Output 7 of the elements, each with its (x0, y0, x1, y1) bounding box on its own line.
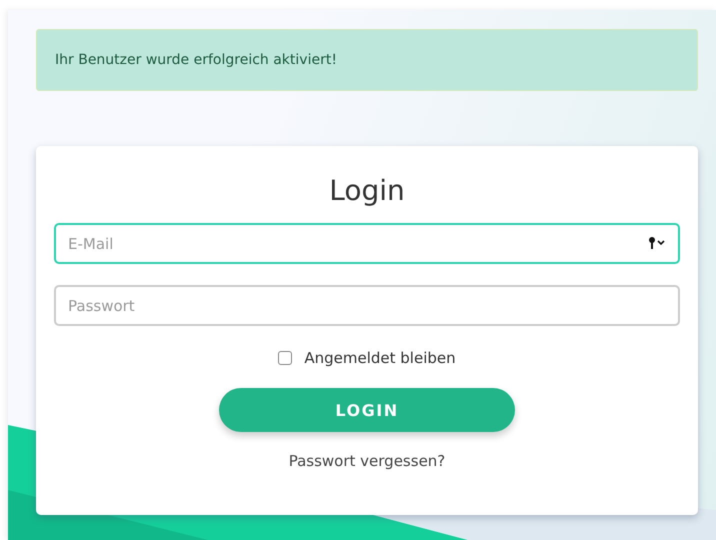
login-title: Login (329, 174, 405, 207)
forgot-password-link[interactable]: Passwort vergessen? (288, 452, 446, 470)
email-field[interactable]: E-Mail (54, 223, 680, 264)
remember-checkbox[interactable] (278, 351, 292, 365)
success-alert: Ihr Benutzer wurde erfolgreich aktiviert! (36, 29, 698, 91)
remember-label: Angemeldet bleiben (304, 349, 456, 367)
password-field[interactable]: Passwort (54, 285, 680, 326)
